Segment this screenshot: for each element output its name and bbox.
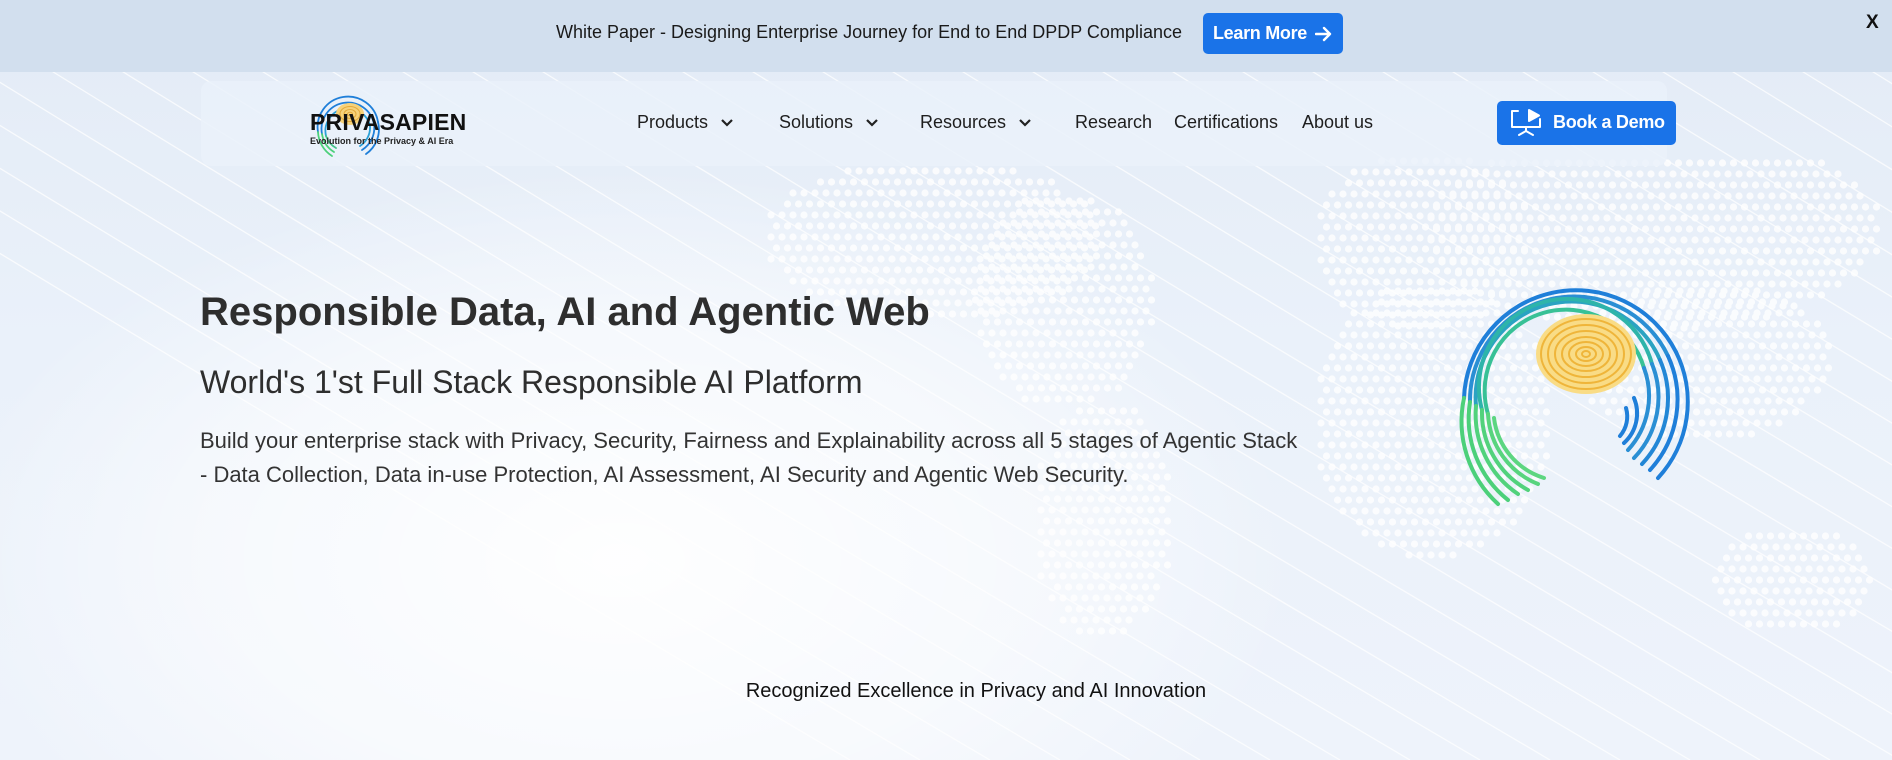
brand-tagline: Evolution for the Privacy & AI Era — [310, 136, 454, 146]
recognition-heading-text: Recognized Excellence in Privacy and AI … — [745, 680, 1207, 702]
fingerprint-globe-icon — [1459, 288, 1690, 506]
learn-more-button[interactable]: Learn More — [1203, 13, 1343, 54]
chevron-down-icon — [721, 118, 733, 127]
chevron-down-icon — [866, 118, 878, 127]
brand-name[interactable]: PRIVASAPIEN — [310, 109, 466, 136]
nav-about-us[interactable]: About us — [1302, 112, 1373, 133]
recognition-heading: Recognized Excellence in Privacy and AI … — [0, 680, 1892, 703]
learn-more-label: Learn More — [1212, 23, 1308, 43]
hero-title: Responsible Data, AI and Agentic Web — [200, 290, 930, 334]
hero-description: Build your enterprise stack with Privacy… — [200, 428, 1298, 487]
nav-resources[interactable]: Resources — [920, 112, 1032, 133]
nav-products[interactable]: Products — [637, 112, 734, 133]
presentation-screen-icon — [1511, 109, 1541, 136]
book-demo-button[interactable]: Book a Demo — [1497, 101, 1676, 145]
announcement-text: White Paper - Designing Enterprise Journ… — [556, 22, 1182, 42]
nav-solutions[interactable]: Solutions — [779, 112, 879, 133]
nav-resources-label: Resources — [920, 112, 1007, 132]
arrow-right-icon — [1315, 26, 1332, 41]
announcement-bar: White Paper - Designing Enterprise Journ… — [0, 0, 1892, 72]
hero-subtitle: World's 1'st Full Stack Responsible AI P… — [200, 364, 863, 400]
nav-solutions-label: Solutions — [779, 112, 854, 132]
nav-certifications-label: Certifications — [1174, 112, 1279, 132]
nav-certifications[interactable]: Certifications — [1174, 112, 1278, 133]
nav-research[interactable]: Research — [1075, 112, 1152, 133]
book-demo-label: Book a Demo — [1553, 112, 1665, 132]
chevron-down-icon — [1019, 118, 1031, 127]
close-announcement-button[interactable]: X — [1866, 12, 1879, 34]
nav-research-label: Research — [1075, 112, 1153, 132]
nav-products-label: Products — [637, 112, 709, 132]
nav-about-us-label: About us — [1302, 112, 1374, 132]
